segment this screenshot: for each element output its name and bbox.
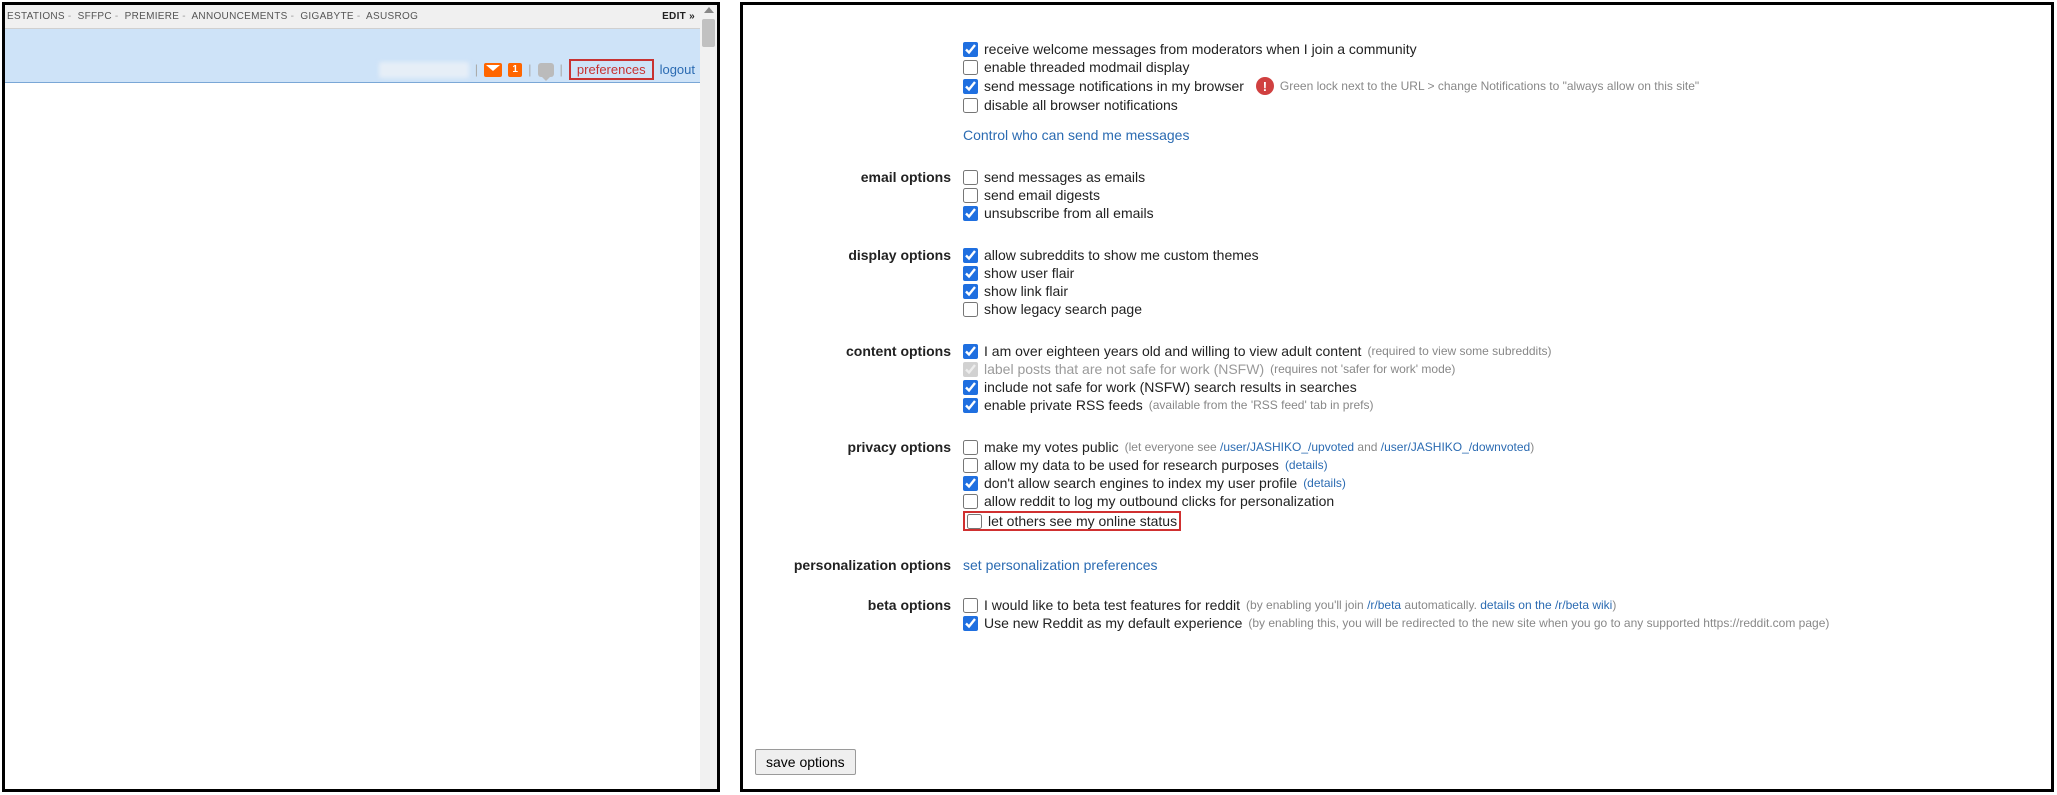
section-label-content: content options	[763, 343, 963, 359]
opt-label: allow subreddits to show me custom theme…	[984, 247, 1259, 263]
opt-hint: (available from the 'RSS feed' tab in pr…	[1149, 398, 1374, 412]
opt-label: don't allow search engines to index my u…	[984, 475, 1297, 491]
checkbox-legacy-search[interactable]	[963, 302, 978, 317]
section-label-email: email options	[763, 169, 963, 185]
opt-hint: Green lock next to the URL > change Noti…	[1280, 79, 1699, 93]
checkbox-emails[interactable]	[963, 170, 978, 185]
control-messages-link[interactable]: Control who can send me messages	[963, 127, 1189, 143]
opt-label: allow reddit to log my outbound clicks f…	[984, 493, 1334, 509]
checkbox-over18[interactable]	[963, 344, 978, 359]
checkbox-welcome-msgs[interactable]	[963, 42, 978, 57]
chat-icon[interactable]	[538, 63, 554, 77]
opt-hint: (requires not 'safer for work' mode)	[1270, 362, 1455, 376]
checkbox-nsfw-search[interactable]	[963, 380, 978, 395]
sr-link[interactable]: ESTATIONS	[7, 11, 65, 22]
header-bluebar: | 1 | | preferences logout	[5, 29, 717, 83]
opt-label: show legacy search page	[984, 301, 1142, 317]
scrollbar[interactable]	[700, 5, 717, 789]
checkbox-threaded-modmail[interactable]	[963, 60, 978, 75]
sr-link[interactable]: ASUSROG	[366, 11, 418, 22]
mail-badge[interactable]: 1	[508, 63, 522, 77]
separator: |	[528, 62, 531, 77]
opt-label: I would like to beta test features for r…	[984, 597, 1240, 613]
checkbox-new-reddit[interactable]	[963, 616, 978, 631]
checkbox-label-nsfw	[963, 362, 978, 377]
opt-label: Use new Reddit as my default experience	[984, 615, 1242, 631]
section-label-beta: beta options	[763, 597, 963, 613]
opt-label: allow my data to be used for research pu…	[984, 457, 1279, 473]
opt-label: show link flair	[984, 283, 1068, 299]
checkbox-digests[interactable]	[963, 188, 978, 203]
subreddit-tabbar: ESTATIONS- SFFPC- PREMIERE- ANNOUNCEMENT…	[5, 5, 717, 29]
checkbox-rss[interactable]	[963, 398, 978, 413]
scroll-thumb[interactable]	[702, 19, 715, 47]
personalization-link[interactable]: set personalization preferences	[963, 557, 1158, 573]
highlight-box: let others see my online status	[963, 511, 1181, 531]
opt-hint: (let everyone see /user/JASHIKO_/upvoted…	[1125, 440, 1535, 454]
section-label-display: display options	[763, 247, 963, 263]
opt-hint: (by enabling this, you will be redirecte…	[1248, 616, 1829, 630]
opt-hint: (by enabling you'll join /r/beta automat…	[1246, 598, 1616, 612]
sr-link[interactable]: GIGABYTE	[300, 11, 354, 22]
checkbox-browser-notif[interactable]	[963, 79, 978, 94]
logout-link[interactable]: logout	[660, 62, 695, 77]
save-button[interactable]: save options	[755, 749, 856, 775]
right-screenshot: receive welcome messages from moderators…	[740, 2, 2054, 792]
opt-label: enable private RSS feeds	[984, 397, 1143, 413]
opt-label: let others see my online status	[988, 513, 1177, 529]
opt-label: send email digests	[984, 187, 1100, 203]
sr-link[interactable]: SFFPC	[78, 11, 112, 22]
opt-label: unsubscribe from all emails	[984, 205, 1154, 221]
r-beta-link[interactable]: /r/beta	[1367, 598, 1401, 612]
checkbox-disable-notif[interactable]	[963, 98, 978, 113]
opt-hint: (required to view some subreddits)	[1367, 344, 1551, 358]
beta-wiki-link[interactable]: details on the /r/beta wiki	[1480, 598, 1612, 612]
opt-label: receive welcome messages from moderators…	[984, 41, 1417, 57]
opt-label: I am over eighteen years old and willing…	[984, 343, 1361, 359]
opt-label: show user flair	[984, 265, 1074, 281]
scroll-up-icon[interactable]	[704, 7, 714, 13]
opt-label: send messages as emails	[984, 169, 1145, 185]
checkbox-noindex[interactable]	[963, 476, 978, 491]
opt-label: send message notifications in my browser	[984, 78, 1244, 94]
downvoted-link[interactable]: /user/JASHIKO_/downvoted	[1381, 440, 1530, 454]
user-bar: | 1 | | preferences logout	[379, 59, 695, 80]
checkbox-votes-public[interactable]	[963, 440, 978, 455]
opt-label: make my votes public	[984, 439, 1119, 455]
mail-icon[interactable]	[484, 63, 502, 77]
checkbox-themes[interactable]	[963, 248, 978, 263]
noindex-details-link[interactable]: (details)	[1303, 476, 1346, 490]
opt-label: include not safe for work (NSFW) search …	[984, 379, 1357, 395]
separator: |	[475, 62, 478, 77]
edit-subs-link[interactable]: EDIT »	[662, 5, 695, 29]
separator: |	[560, 62, 563, 77]
alert-icon: !	[1256, 77, 1274, 95]
checkbox-online-status[interactable]	[967, 514, 982, 529]
opt-label: label posts that are not safe for work (…	[984, 361, 1264, 377]
section-label-privacy: privacy options	[763, 439, 963, 455]
checkbox-unsub[interactable]	[963, 206, 978, 221]
sr-link[interactable]: PREMIERE	[125, 11, 180, 22]
username-blurred	[379, 62, 469, 78]
opt-label: enable threaded modmail display	[984, 59, 1189, 75]
left-screenshot: ESTATIONS- SFFPC- PREMIERE- ANNOUNCEMENT…	[2, 2, 720, 792]
sr-link[interactable]: ANNOUNCEMENTS	[191, 11, 287, 22]
upvoted-link[interactable]: /user/JASHIKO_/upvoted	[1220, 440, 1354, 454]
research-details-link[interactable]: (details)	[1285, 458, 1328, 472]
preferences-link[interactable]: preferences	[569, 59, 654, 80]
checkbox-link-flair[interactable]	[963, 284, 978, 299]
checkbox-research[interactable]	[963, 458, 978, 473]
opt-label: disable all browser notifications	[984, 97, 1178, 113]
checkbox-beta-test[interactable]	[963, 598, 978, 613]
checkbox-user-flair[interactable]	[963, 266, 978, 281]
checkbox-outbound[interactable]	[963, 494, 978, 509]
section-label-personalization: personalization options	[763, 557, 963, 573]
